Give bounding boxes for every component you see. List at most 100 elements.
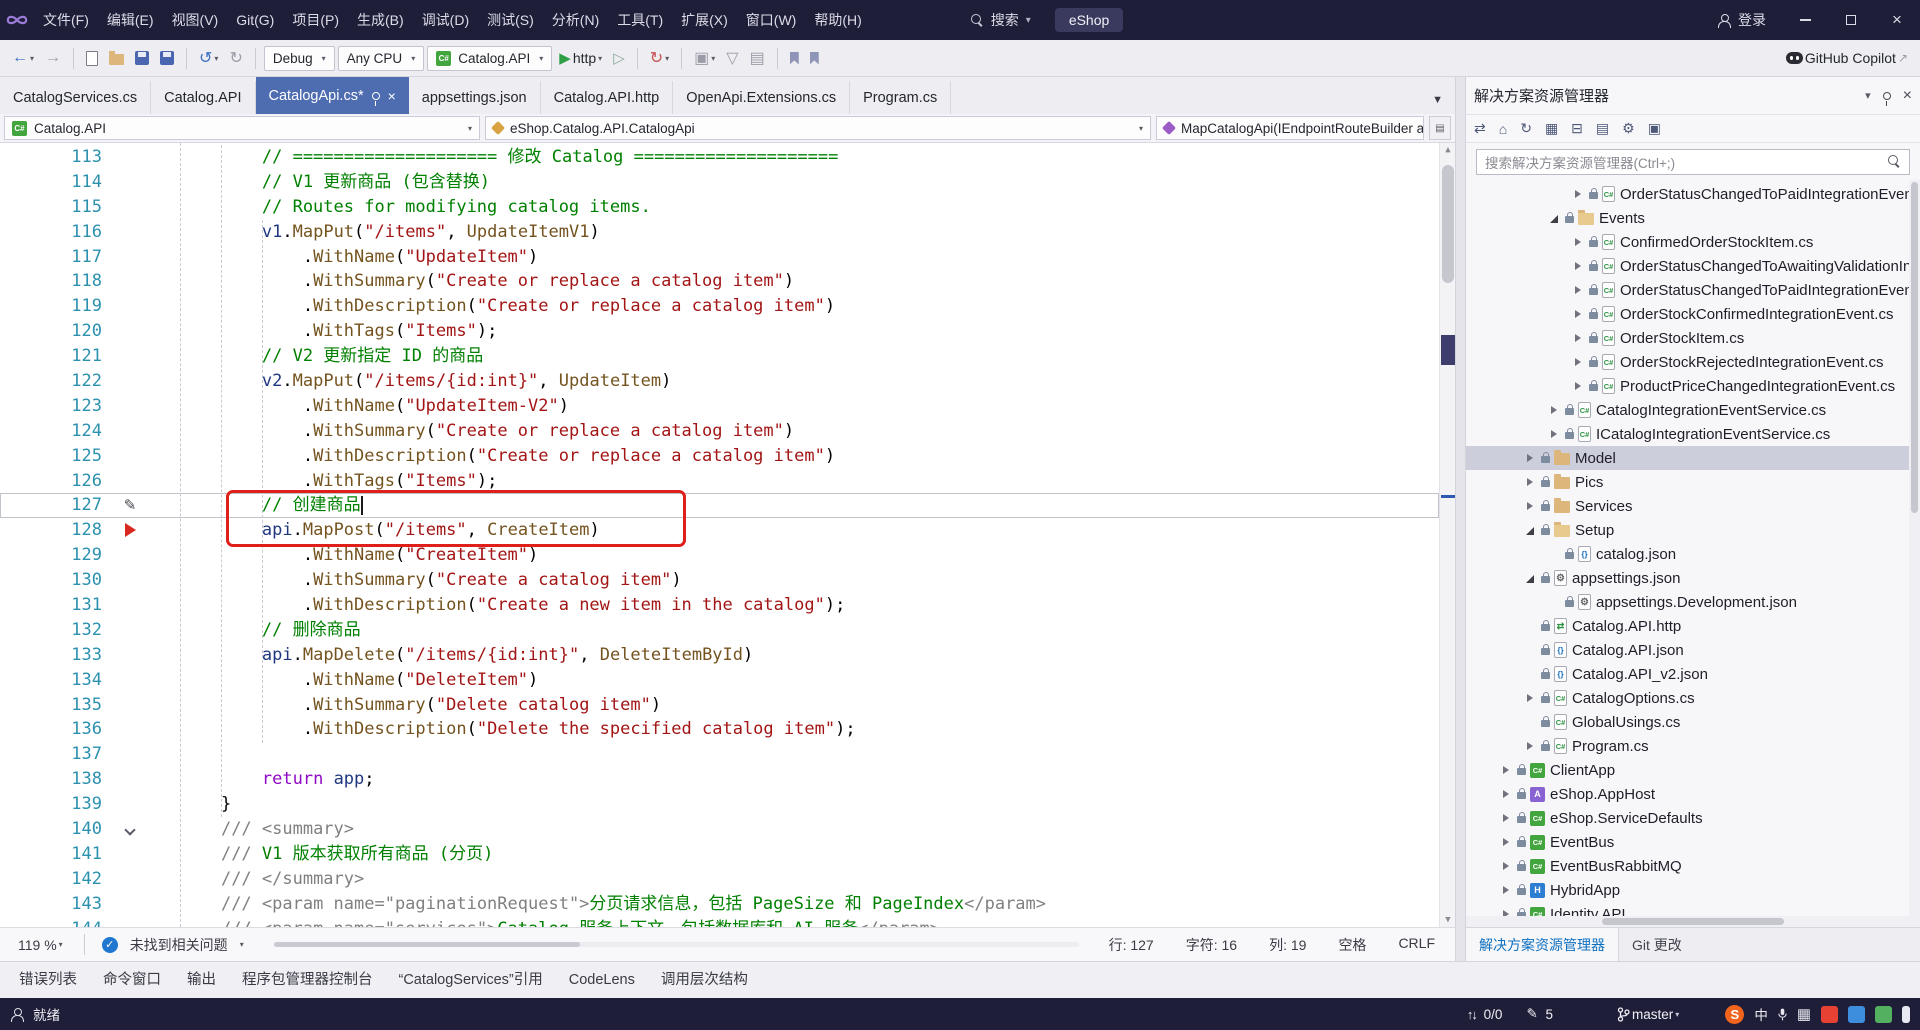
ime-mode-indicator[interactable]: 中 xyxy=(1754,1004,1768,1024)
menu-item[interactable]: 视图(V) xyxy=(163,0,228,40)
code-line[interactable]: 120 .WithTags("Items"); xyxy=(0,319,1439,344)
tree-item[interactable]: ⚙ appsettings.Development.json xyxy=(1466,590,1920,614)
code-line[interactable]: 126 .WithTags("Items"); xyxy=(0,469,1439,494)
tree-item[interactable]: {} Catalog.API_v2.json xyxy=(1466,662,1920,686)
fold-chevron-icon[interactable] xyxy=(124,824,136,836)
code-line[interactable]: 142 /// </summary> xyxy=(0,867,1439,892)
refresh-icon[interactable]: ↻ xyxy=(1520,120,1532,137)
code-line[interactable]: 136 .WithDescription("Delete the specifi… xyxy=(0,717,1439,742)
panel-tab[interactable]: 调用层次结构 xyxy=(648,962,761,999)
gutter[interactable] xyxy=(108,867,152,892)
feedback-person-icon[interactable] xyxy=(10,1007,24,1022)
tree-item[interactable]: C# Identity.API xyxy=(1466,902,1920,916)
gutter[interactable] xyxy=(108,294,152,319)
expander-collapsed-icon[interactable] xyxy=(1500,812,1513,825)
expander-collapsed-icon[interactable] xyxy=(1524,692,1537,705)
tree-item[interactable]: C# CatalogOptions.cs xyxy=(1466,686,1920,710)
expander-expanded-icon[interactable] xyxy=(1524,572,1537,585)
close-icon[interactable]: × xyxy=(388,88,396,104)
document-tab-active[interactable]: CatalogApi.cs* × xyxy=(255,77,409,114)
tree-item[interactable]: C# OrderStatusChangedToAwaitingValidation… xyxy=(1466,254,1920,278)
gutter[interactable] xyxy=(108,170,152,195)
platform-dropdown[interactable]: Any CPU ▾ xyxy=(337,45,425,71)
keyboard-icon[interactable]: ▦ xyxy=(1797,1005,1811,1023)
tree-item[interactable]: C# ConfirmedOrderStockItem.cs xyxy=(1466,230,1920,254)
show-all-files-icon[interactable]: ▦ xyxy=(1545,120,1558,137)
code-line[interactable]: 123 .WithName("UpdateItem-V2") xyxy=(0,394,1439,419)
caret-column-indicator[interactable]: 列: 19 xyxy=(1269,935,1306,955)
chevron-down-icon[interactable]: ▾ xyxy=(240,940,244,949)
save-all-button[interactable] xyxy=(156,48,178,68)
file-nesting-icon[interactable]: ▤ xyxy=(1596,120,1609,137)
tree-item[interactable]: Setup xyxy=(1466,518,1920,542)
menu-item[interactable]: 帮助(H) xyxy=(805,0,870,40)
preview-icon[interactable]: ▣ xyxy=(1648,120,1661,137)
menu-item[interactable]: 文件(F) xyxy=(34,0,98,40)
pending-changes-button[interactable]: ✎ 5 xyxy=(1522,1003,1557,1025)
document-tab[interactable]: Catalog.API xyxy=(151,81,256,114)
code-line[interactable]: 125 .WithDescription("Create or replace … xyxy=(0,444,1439,469)
code-line[interactable]: 116 v1.MapPut("/items", UpdateItemV1) xyxy=(0,220,1439,245)
menu-item[interactable]: 编辑(E) xyxy=(98,0,163,40)
open-file-button[interactable] xyxy=(105,48,128,68)
code-line[interactable]: 138 return app; xyxy=(0,767,1439,792)
tree-item[interactable]: Pics xyxy=(1466,470,1920,494)
gutter[interactable] xyxy=(108,145,152,170)
panel-tab[interactable]: 错误列表 xyxy=(6,962,90,999)
sign-in-button[interactable]: 登录 xyxy=(1701,0,1782,40)
gutter[interactable] xyxy=(108,344,152,369)
tree-item[interactable]: C# EventBus xyxy=(1466,830,1920,854)
redo-button[interactable]: ↻ xyxy=(225,45,246,71)
navigate-forward-button[interactable]: → xyxy=(41,46,65,70)
previous-bookmark-button[interactable] xyxy=(786,49,803,68)
document-tab[interactable]: OpenApi.Extensions.cs xyxy=(673,81,851,114)
run-tests-button[interactable]: ▽ xyxy=(722,45,742,71)
find-in-files-button[interactable]: ▤ xyxy=(746,45,769,71)
tree-item[interactable]: C# OrderStatusChangedToPaidIntegrationEve… xyxy=(1466,278,1920,302)
gutter[interactable] xyxy=(108,792,152,817)
debug-configuration-dropdown[interactable]: Debug ▾ xyxy=(263,45,335,71)
panel-tab[interactable]: 程序包管理器控制台 xyxy=(229,962,386,999)
tree-vertical-scrollbar[interactable] xyxy=(1909,180,1920,916)
document-tab[interactable]: CatalogServices.cs xyxy=(0,81,152,114)
tree-item[interactable]: C# OrderStockItem.cs xyxy=(1466,326,1920,350)
expander-collapsed-icon[interactable] xyxy=(1572,188,1585,201)
tray-icon-green[interactable] xyxy=(1875,1005,1892,1023)
scrollbar-thumb[interactable] xyxy=(1442,165,1454,283)
document-tab[interactable]: Program.cs xyxy=(850,81,952,114)
expander-collapsed-icon[interactable] xyxy=(1548,404,1561,417)
sogou-input-icon[interactable]: S xyxy=(1725,1004,1745,1024)
tree-item[interactable]: Model xyxy=(1466,446,1920,470)
editor-horizontal-scrollbar[interactable] xyxy=(273,942,1079,947)
git-sync-button[interactable]: ↑↓ 0/0 xyxy=(1463,1004,1507,1025)
code-line[interactable]: 141 /// V1 版本获取所有商品 (分页) xyxy=(0,842,1439,867)
code-line[interactable]: 127 ✎ // 创建商品 xyxy=(0,493,1439,518)
tab-list-dropdown-icon[interactable]: ▼ xyxy=(1432,94,1455,114)
menu-item[interactable]: 项目(P) xyxy=(283,0,348,40)
undo-button[interactable]: ↺ ▾ xyxy=(195,45,222,71)
gutter[interactable] xyxy=(108,593,152,618)
code-line[interactable]: 114 // V1 更新商品 (包含替换) xyxy=(0,170,1439,195)
gutter[interactable] xyxy=(108,394,152,419)
expander-expanded-icon[interactable] xyxy=(1548,212,1561,225)
line-ending-indicator[interactable]: CRLF xyxy=(1398,935,1435,955)
gutter[interactable] xyxy=(108,717,152,742)
indentation-indicator[interactable]: 空格 xyxy=(1338,935,1366,955)
code-editor[interactable]: 113 // ==================== 修改 Catalog =… xyxy=(0,143,1455,927)
gutter[interactable] xyxy=(108,817,152,842)
close-icon[interactable]: × xyxy=(1903,87,1912,105)
tree-item[interactable]: H HybridApp xyxy=(1466,878,1920,902)
expander-collapsed-icon[interactable] xyxy=(1500,908,1513,916)
tree-item[interactable]: {} catalog.json xyxy=(1466,542,1920,566)
expander-collapsed-icon[interactable] xyxy=(1572,260,1585,273)
gutter[interactable]: ✎ xyxy=(108,493,152,518)
tree-item[interactable]: C# OrderStatusChangedToPaidIntegrationEve… xyxy=(1466,182,1920,206)
expander-collapsed-icon[interactable] xyxy=(1572,284,1585,297)
code-line[interactable]: 128 api.MapPost("/items", CreateItem) xyxy=(0,518,1439,543)
gutter[interactable] xyxy=(108,319,152,344)
expander-collapsed-icon[interactable] xyxy=(1524,740,1537,753)
code-line[interactable]: 139 } xyxy=(0,792,1439,817)
document-tab[interactable]: appsettings.json xyxy=(409,81,541,114)
next-bookmark-button[interactable] xyxy=(806,49,823,68)
tool-window-tab-active[interactable]: 解决方案资源管理器 xyxy=(1466,928,1619,961)
